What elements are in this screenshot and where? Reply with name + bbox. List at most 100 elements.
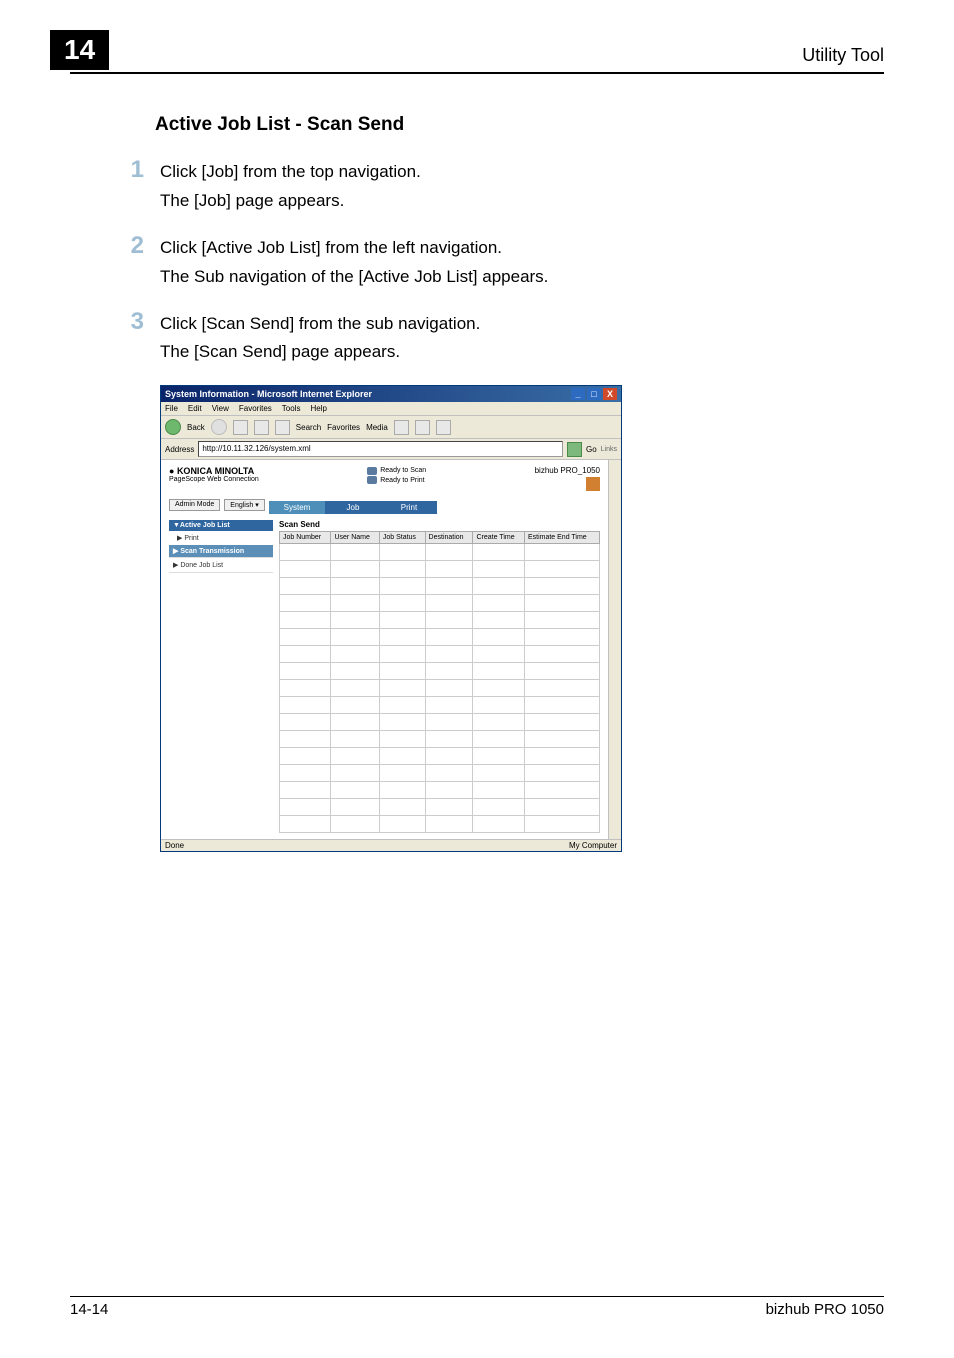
tab-print[interactable]: Print bbox=[381, 501, 437, 514]
menu-help[interactable]: Help bbox=[310, 404, 326, 413]
back-icon[interactable] bbox=[165, 419, 181, 435]
refresh-icon[interactable] bbox=[254, 420, 269, 435]
top-tabs: System Job Print bbox=[269, 501, 600, 514]
nav-scan-transmission[interactable]: ▶ Scan Transmission bbox=[169, 545, 273, 557]
home-icon[interactable] bbox=[275, 420, 290, 435]
section-title: Active Job List - Scan Send bbox=[155, 114, 874, 136]
status-icons: Ready to Scan Ready to Print bbox=[367, 466, 426, 486]
menu-tools[interactable]: Tools bbox=[282, 404, 301, 413]
step-text: The [Scan Send] page appears. bbox=[160, 338, 480, 367]
media-button[interactable]: Media bbox=[366, 423, 388, 432]
page-number: 14-14 bbox=[70, 1301, 108, 1318]
stop-icon[interactable] bbox=[233, 420, 248, 435]
table-row bbox=[280, 646, 600, 663]
language-select[interactable]: English ▾ bbox=[224, 499, 264, 511]
address-label: Address bbox=[165, 445, 194, 454]
table-row bbox=[280, 629, 600, 646]
address-bar: Address http://10.11.32.126/system.xml G… bbox=[161, 439, 621, 460]
brand-logo: ● KONICA MINOLTA bbox=[169, 466, 259, 476]
table-row bbox=[280, 816, 600, 833]
menu-favorites[interactable]: Favorites bbox=[239, 404, 272, 413]
go-label[interactable]: Go bbox=[586, 445, 597, 454]
table-row bbox=[280, 765, 600, 782]
step-3: 3 Click [Scan Send] from the sub navigat… bbox=[160, 310, 874, 368]
menu-view[interactable]: View bbox=[212, 404, 229, 413]
status-zone: My Computer bbox=[569, 841, 617, 850]
table-row bbox=[280, 663, 600, 680]
titlebar: System Information - Microsoft Internet … bbox=[161, 386, 621, 402]
history-icon[interactable] bbox=[394, 420, 409, 435]
minimize-button[interactable]: _ bbox=[571, 388, 585, 400]
step-text: The Sub navigation of the [Active Job Li… bbox=[160, 263, 548, 292]
ready-scan: Ready to Scan bbox=[367, 466, 426, 476]
maximize-button[interactable]: □ bbox=[587, 388, 601, 400]
left-navigation: ▼Active Job List ▶ Print ▶ Scan Transmis… bbox=[169, 520, 273, 833]
step-text: Click [Active Job List] from the left na… bbox=[160, 234, 548, 263]
col-job-number: Job Number bbox=[280, 532, 331, 544]
table-row bbox=[280, 612, 600, 629]
scan-send-table: Job Number User Name Job Status Destinat… bbox=[279, 531, 600, 833]
ie-toolbar: Back Search Favorites Media bbox=[161, 416, 621, 439]
mail-icon[interactable] bbox=[415, 420, 430, 435]
print-icon[interactable] bbox=[436, 420, 451, 435]
table-row bbox=[280, 680, 600, 697]
menu-file[interactable]: File bbox=[165, 404, 178, 413]
nav-active-job-list[interactable]: ▼Active Job List bbox=[169, 520, 273, 531]
screenshot-figure: System Information - Microsoft Internet … bbox=[160, 385, 874, 852]
window-title: System Information - Microsoft Internet … bbox=[165, 389, 372, 399]
menu-bar: File Edit View Favorites Tools Help bbox=[161, 402, 621, 416]
col-destination: Destination bbox=[425, 532, 473, 544]
job-table-area: Scan Send Job Number User Name Job Statu… bbox=[279, 520, 600, 833]
forward-icon[interactable] bbox=[211, 419, 227, 435]
footer-product: bizhub PRO 1050 bbox=[766, 1301, 884, 1318]
ready-print: Ready to Print bbox=[367, 476, 426, 486]
scrollbar[interactable] bbox=[608, 460, 621, 839]
tab-job[interactable]: Job bbox=[325, 501, 381, 514]
menu-edit[interactable]: Edit bbox=[188, 404, 202, 413]
step-2: 2 Click [Active Job List] from the left … bbox=[160, 234, 874, 292]
nav-done-job-list[interactable]: ▶ Done Job List bbox=[169, 557, 273, 573]
header-title: Utility Tool bbox=[802, 45, 884, 70]
address-input[interactable]: http://10.11.32.126/system.xml bbox=[198, 441, 563, 457]
table-row bbox=[280, 697, 600, 714]
step-text: The [Job] page appears. bbox=[160, 187, 421, 216]
page-footer: 14-14 bizhub PRO 1050 bbox=[70, 1296, 884, 1318]
table-row bbox=[280, 595, 600, 612]
content: Active Job List - Scan Send 1 Click [Job… bbox=[70, 74, 884, 852]
status-done: Done bbox=[165, 841, 184, 850]
device-icon bbox=[586, 477, 600, 491]
admin-mode-button[interactable]: Admin Mode bbox=[169, 499, 220, 511]
favorites-button[interactable]: Favorites bbox=[327, 423, 360, 432]
col-user-name: User Name bbox=[331, 532, 379, 544]
table-row bbox=[280, 731, 600, 748]
nav-print[interactable]: ▶ Print bbox=[169, 531, 273, 545]
table-row bbox=[280, 748, 600, 765]
step-number: 1 bbox=[106, 158, 160, 216]
table-title: Scan Send bbox=[279, 520, 600, 529]
col-end-time: Estimate End Time bbox=[524, 532, 599, 544]
table-row bbox=[280, 578, 600, 595]
table-row bbox=[280, 714, 600, 731]
status-bar: Done My Computer bbox=[161, 839, 621, 851]
col-job-status: Job Status bbox=[379, 532, 425, 544]
table-row bbox=[280, 561, 600, 578]
device-name: bizhub PRO_1050 bbox=[535, 466, 600, 475]
subbrand: PageScope Web Connection bbox=[169, 476, 259, 483]
table-row bbox=[280, 799, 600, 816]
step-text: Click [Scan Send] from the sub navigatio… bbox=[160, 310, 480, 339]
tab-system[interactable]: System bbox=[269, 501, 325, 514]
chapter-number: 14 bbox=[50, 30, 109, 70]
close-button[interactable]: X bbox=[603, 388, 617, 400]
links-label[interactable]: Links bbox=[601, 446, 617, 453]
step-text: Click [Job] from the top navigation. bbox=[160, 158, 421, 187]
back-label[interactable]: Back bbox=[187, 423, 205, 432]
go-button[interactable] bbox=[567, 442, 582, 457]
page-header: 14 Utility Tool bbox=[70, 30, 884, 74]
table-row bbox=[280, 782, 600, 799]
ie-window: System Information - Microsoft Internet … bbox=[160, 385, 622, 852]
step-number: 3 bbox=[106, 310, 160, 368]
table-row bbox=[280, 544, 600, 561]
col-create-time: Create Time bbox=[473, 532, 524, 544]
search-button[interactable]: Search bbox=[296, 423, 321, 432]
step-1: 1 Click [Job] from the top navigation. T… bbox=[160, 158, 874, 216]
